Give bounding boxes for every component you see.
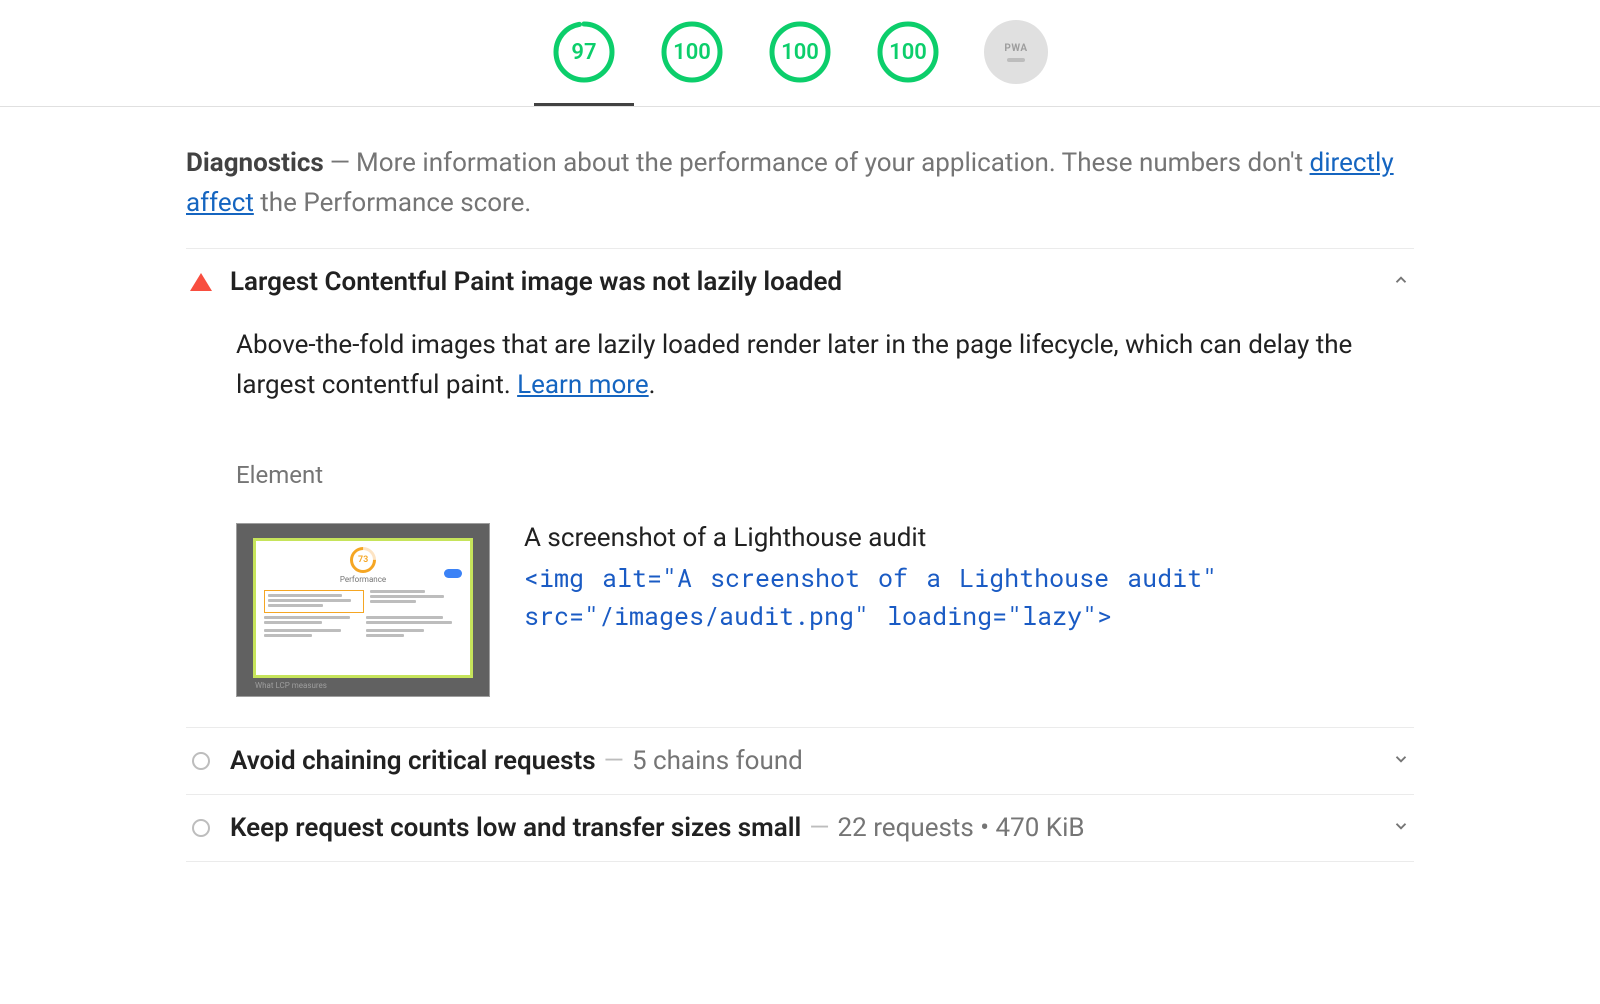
element-caption: A screenshot of a Lighthouse audit [524, 523, 1410, 553]
chevron-down-icon [1392, 750, 1410, 772]
chevron-up-icon [1392, 271, 1410, 293]
audit-subtext: 22 requests • 470 KiB [838, 813, 1085, 843]
score-value: 100 [660, 20, 724, 84]
audit-toggle[interactable]: Largest Contentful Paint image was not l… [186, 249, 1414, 315]
audit-toggle[interactable]: Keep request counts low and transfer siz… [186, 795, 1414, 861]
learn-more-link[interactable]: Learn more [517, 370, 649, 400]
chevron-down-icon [1392, 817, 1410, 839]
audit-title: Keep request counts low and transfer siz… [230, 813, 801, 843]
element-code-snippet: <img alt="A screenshot of a Lighthouse a… [524, 559, 1410, 634]
diagnostics-title: Diagnostics [186, 148, 324, 178]
score-value: 100 [768, 20, 832, 84]
score-value: 97 [552, 20, 616, 84]
pwa-label: PWA [1004, 43, 1027, 54]
score-gauge-performance[interactable]: 97 [552, 20, 616, 84]
thumbnail-score-icon: 73 [345, 542, 382, 579]
pwa-bar-icon [1007, 58, 1025, 62]
pwa-badge[interactable]: PWA [984, 20, 1048, 84]
audit-subtext: 5 chains found [632, 746, 803, 776]
element-label: Element [236, 461, 1410, 489]
audit-title: Largest Contentful Paint image was not l… [230, 267, 842, 297]
audit-body: Above-the-fold images that are lazily lo… [186, 315, 1414, 728]
neutral-circle-icon [190, 817, 212, 839]
warning-triangle-icon [190, 271, 212, 293]
score-gauge-accessibility[interactable]: 100 [660, 20, 724, 84]
element-thumbnail: 73 Performance [236, 523, 490, 697]
score-value: 100 [876, 20, 940, 84]
audit-request-counts: Keep request counts low and transfer siz… [186, 795, 1414, 862]
score-gauge-best-practices[interactable]: 100 [768, 20, 832, 84]
diagnostics-heading: Diagnostics—More information about the p… [186, 143, 1414, 224]
audit-toggle[interactable]: Avoid chaining critical requests—5 chain… [186, 728, 1414, 794]
audit-lcp-lazy-load: Largest Contentful Paint image was not l… [186, 248, 1414, 729]
score-gauge-seo[interactable]: 100 [876, 20, 940, 84]
neutral-circle-icon [190, 750, 212, 772]
active-tab-indicator [534, 103, 634, 106]
audit-description: Above-the-fold images that are lazily lo… [236, 325, 1410, 406]
score-header: 97 100 100 100 PWA [0, 0, 1600, 107]
audit-chaining-critical-requests: Avoid chaining critical requests—5 chain… [186, 728, 1414, 795]
audit-title: Avoid chaining critical requests [230, 746, 596, 776]
element-row: 73 Performance [236, 523, 1410, 697]
audit-list: Largest Contentful Paint image was not l… [186, 248, 1414, 863]
